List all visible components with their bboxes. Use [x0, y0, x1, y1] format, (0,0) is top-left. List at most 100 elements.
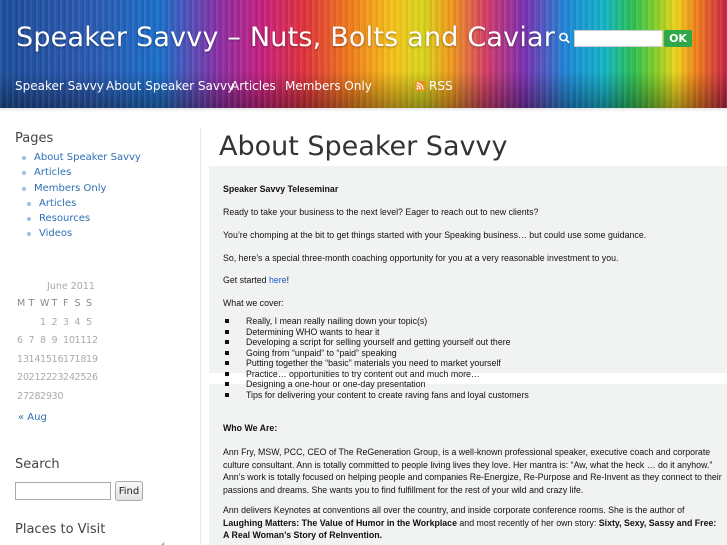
calendar-weekday: S [74, 298, 81, 309]
calendar-day: 15 [40, 353, 53, 365]
nav-item-speaker-savvy[interactable]: Speaker Savvy [15, 79, 104, 93]
calendar-week-row: 27 28 29 30 [17, 391, 98, 410]
calendar-day: 17 [63, 353, 76, 365]
cover-list-item: Designing a one-hour or one-day presenta… [223, 379, 529, 390]
sidebar-page-link[interactable]: Articles [20, 196, 141, 211]
header-search-input[interactable] [574, 29, 663, 47]
calendar-day: 2 [51, 316, 58, 328]
who-we-are-heading: Who We Are: [223, 423, 278, 433]
calendar-day: 1 [40, 316, 47, 328]
nav-item-members-only[interactable]: Members Only [285, 79, 372, 93]
nav-item-about[interactable]: About Speaker Savvy [106, 79, 234, 93]
cover-list: Really, I mean really nailing down your … [223, 316, 529, 400]
sidebar-page-link[interactable]: Resources [20, 211, 141, 226]
sidebar-search: Find [15, 481, 143, 501]
keynotes-text: Ann delivers Keynotes at conventions all… [223, 505, 685, 515]
calendar-day [29, 317, 41, 336]
calendar-weekday: F [63, 298, 69, 309]
calendar-day: 5 [86, 316, 93, 328]
calendar-day: 24 [63, 372, 76, 383]
calendar-day: 29 [40, 390, 53, 402]
header-search: OK [556, 29, 692, 47]
nav-item-articles[interactable]: Articles [231, 79, 276, 93]
calendar-week-row: 20 21 22 23 24 25 26 [17, 372, 98, 391]
paragraph-intro: Ready to take your business to the next … [223, 207, 539, 217]
calendar-day: 8 [40, 335, 47, 346]
site-title[interactable]: Speaker Savvy – Nuts, Bolts and Caviar [16, 22, 555, 53]
sidebar-page-link[interactable]: Members Only [20, 181, 141, 196]
sidebar-page-link[interactable]: Videos [20, 226, 141, 241]
sidebar-page-link[interactable]: Articles [20, 165, 141, 180]
calendar-day [63, 391, 75, 410]
calendar-weekday-row: MTWTFSS [17, 298, 98, 317]
get-started-end: ! [286, 275, 290, 285]
cover-list-item: Going from “unpaid” to “paid” speaking [223, 348, 529, 359]
find-button[interactable]: Find [115, 481, 143, 501]
main-nav: Speaker Savvy About Speaker Savvy Articl… [0, 74, 727, 98]
paragraph-chomping: You’re chomping at the bit to get things… [223, 230, 647, 240]
calendar-grid: M T W T F S S 1 2 3 4 5 6 7 8 9 10 11 12 13 14 15 16 17 18 19 20 21… [17, 298, 98, 409]
calendar-week-row: 6 7 8 9 10 11 12 [17, 335, 98, 354]
calendar-day: 16 [51, 353, 64, 365]
get-started-text: Get started [223, 275, 269, 285]
calendar-weekday: M [17, 298, 26, 309]
here-link[interactable]: here [269, 275, 287, 285]
calendar-weekday: S [86, 298, 93, 309]
calendar-day: 4 [74, 316, 81, 328]
cover-list-item: Really, I mean really nailing down your … [223, 316, 529, 327]
rss-icon [415, 81, 425, 91]
teleseminar-heading: Speaker Savvy Teleseminar [223, 184, 339, 194]
main-content: About Speaker Savvy Speaker Savvy Telese… [200, 128, 727, 545]
article-body: Speaker Savvy Teleseminar Ready to take … [209, 166, 727, 545]
keynotes-mid: and most recently of her own story: [456, 517, 599, 528]
calendar-day: 3 [63, 316, 70, 328]
calendar-day: 13 [17, 353, 30, 365]
search-heading: Search [15, 457, 60, 472]
calendar-prev-link[interactable]: « Aug [18, 412, 47, 423]
calendar-day: 12 [86, 335, 99, 346]
cover-list-item: Determining WHO wants to hear it [223, 327, 529, 338]
calendar-weekday: W [40, 298, 50, 309]
sidebar-search-input[interactable] [15, 482, 111, 500]
sidebar-page-link[interactable]: About Speaker Savvy [20, 150, 141, 165]
calendar-day: 27 [17, 390, 30, 402]
paragraph-get-started: Get started here! [223, 274, 723, 287]
search-icon [556, 29, 574, 47]
calendar-day: 20 [17, 372, 30, 383]
calendar-day: 19 [86, 353, 99, 365]
calendar-day: 23 [51, 372, 64, 383]
calendar-weekday: T [28, 298, 35, 309]
calendar-day: 22 [40, 372, 53, 383]
calendar-day: 28 [28, 390, 41, 402]
paragraph-ann-fry: Ann Fry, MSW, PCC, CEO of The ReGenerati… [223, 447, 722, 495]
header-search-ok-button[interactable]: OK [664, 29, 692, 47]
calendar-day [75, 391, 87, 410]
paragraph-offer: So, here’s a special three-month coachin… [223, 253, 619, 263]
calendar-day: 6 [17, 335, 24, 346]
calendar-day: 18 [74, 353, 87, 365]
calendar-day: 9 [51, 335, 58, 346]
rss-label: RSS [429, 79, 453, 93]
calendar-day [17, 317, 29, 336]
book-title-laughing: Laughing Matters: The Value of Humor in … [223, 517, 457, 528]
cover-list-item: Developing a script for selling yourself… [223, 337, 529, 348]
paragraph-what-we-cover: What we cover: [223, 298, 284, 308]
calendar-week-row: 13 14 15 16 17 18 19 [17, 354, 98, 373]
header-divider [0, 108, 727, 128]
cover-list-item: Tips for delivering your content to crea… [223, 390, 529, 401]
pages-heading: Pages [15, 131, 54, 146]
page-title: About Speaker Savvy [219, 131, 508, 162]
cover-list-item: Practice… opportunities to try content o… [223, 369, 529, 380]
calendar-day: 25 [74, 372, 87, 383]
nav-item-rss[interactable]: RSS [415, 79, 453, 93]
calendar-day [86, 391, 98, 410]
calendar-day: 26 [86, 372, 99, 383]
places-heading: Places to Visit [15, 522, 106, 537]
calendar-week-row: 12345 [17, 317, 98, 336]
paragraph-keynotes: Ann delivers Keynotes at conventions all… [223, 504, 723, 542]
calendar-day: 14 [28, 353, 41, 365]
cover-list-item: Putting together the “basic” materials y… [223, 358, 529, 369]
calendar-day: 7 [28, 335, 35, 346]
calendar-caption: June 2011 [47, 281, 95, 292]
calendar-day: 10 [63, 335, 76, 346]
